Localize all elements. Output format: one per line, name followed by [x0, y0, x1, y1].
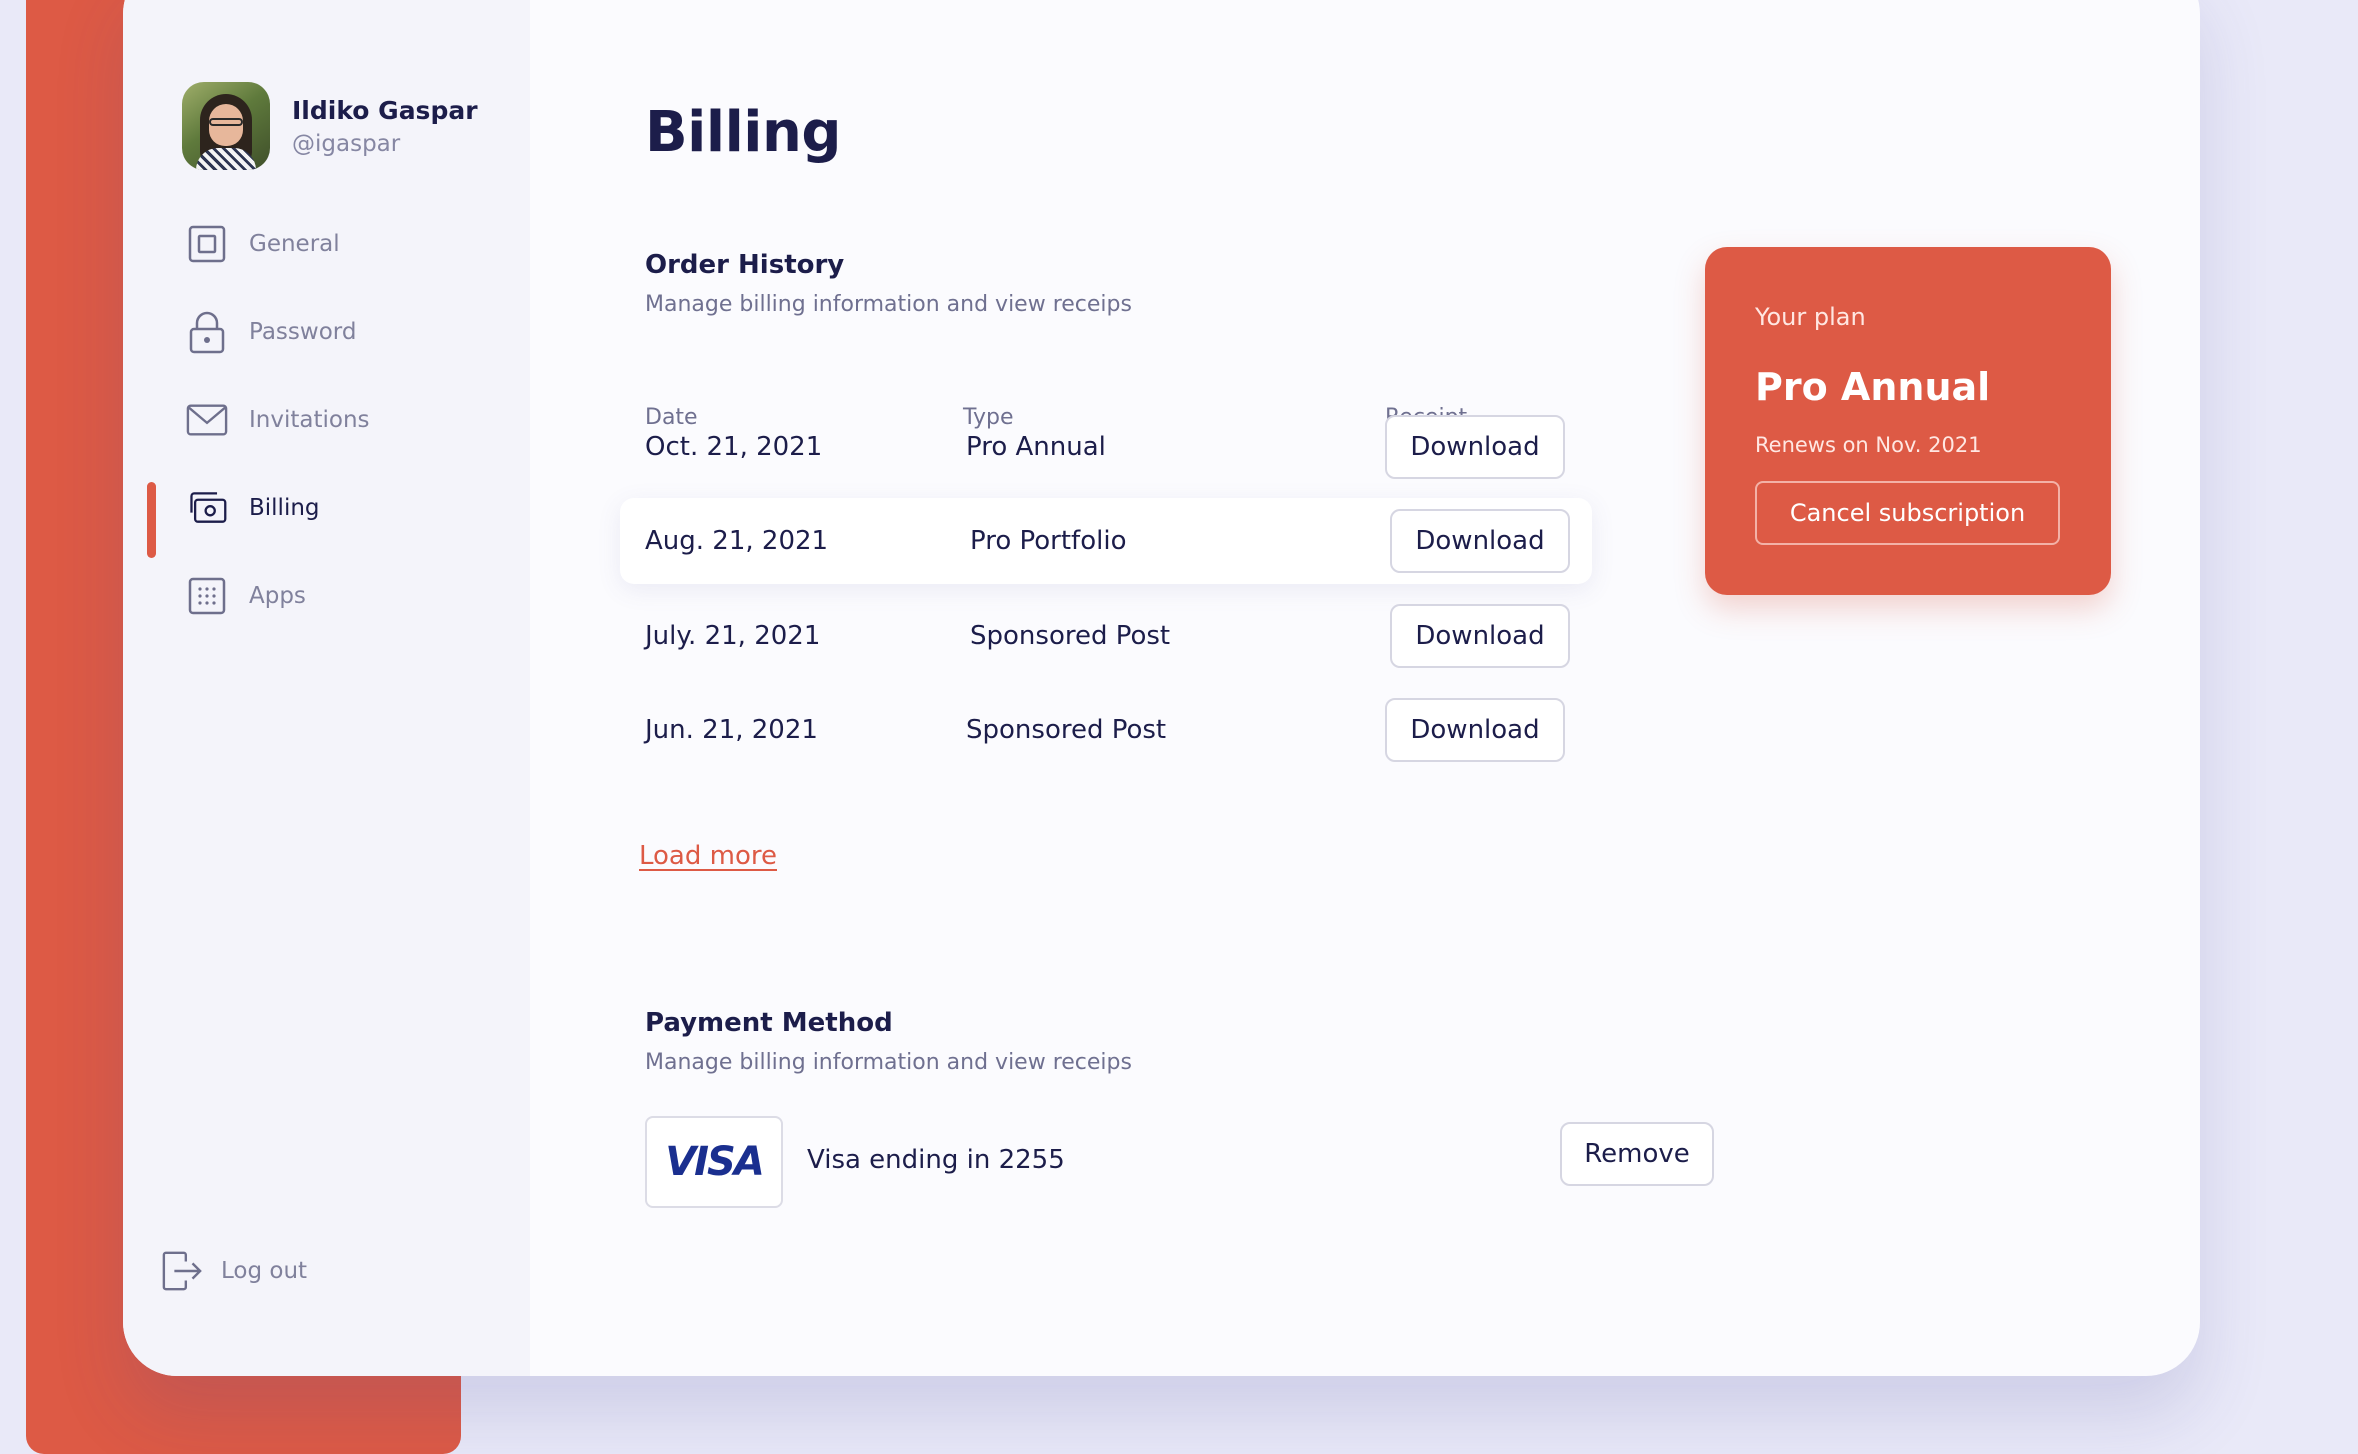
- order-type: Sponsored Post: [966, 715, 1167, 745]
- billing-icon: [186, 487, 228, 529]
- logout-button[interactable]: Log out: [161, 1250, 307, 1292]
- download-receipt-button[interactable]: Download: [1390, 509, 1570, 573]
- download-receipt-button[interactable]: Download: [1385, 698, 1565, 762]
- plan-name: Pro Annual: [1755, 365, 1991, 409]
- download-receipt-button[interactable]: Download: [1385, 415, 1565, 479]
- visa-icon: VISA: [665, 1139, 765, 1185]
- plan-label: Your plan: [1755, 303, 1866, 331]
- order-row: Jun. 21, 2021 Sponsored Post Download: [620, 687, 1592, 773]
- order-history-subtitle: Manage billing information and view rece…: [645, 292, 1132, 317]
- mail-icon: [186, 399, 228, 441]
- apps-icon: [186, 575, 228, 617]
- download-receipt-button[interactable]: Download: [1390, 604, 1570, 668]
- nav-item-invitations[interactable]: Invitations: [186, 376, 486, 464]
- nav-label-invitations: Invitations: [249, 407, 370, 433]
- order-date: July. 21, 2021: [645, 621, 821, 651]
- order-date: Aug. 21, 2021: [645, 526, 829, 556]
- order-row: Oct. 21, 2021 Pro Annual Download: [620, 404, 1592, 490]
- page-title: Billing: [645, 100, 841, 165]
- nav-item-general[interactable]: General: [186, 200, 486, 288]
- user-profile: Ildiko Gaspar @igaspar: [182, 82, 478, 170]
- nav-label-password: Password: [249, 319, 357, 345]
- payment-method-subtitle: Manage billing information and view rece…: [645, 1050, 1132, 1075]
- logout-icon: [161, 1250, 203, 1292]
- lock-icon: [186, 311, 228, 354]
- nav-label-billing: Billing: [249, 495, 320, 521]
- avatar: [182, 82, 270, 170]
- nav-item-password[interactable]: Password: [186, 288, 486, 376]
- user-name: Ildiko Gaspar: [292, 95, 478, 125]
- order-date: Jun. 21, 2021: [645, 715, 818, 745]
- card-description: Visa ending in 2255: [807, 1145, 1065, 1175]
- order-type: Pro Portfolio: [970, 526, 1127, 556]
- general-icon: [186, 223, 228, 265]
- user-handle: @igaspar: [292, 130, 401, 157]
- plan-card: Your plan Pro Annual Renews on Nov. 2021…: [1705, 247, 2111, 595]
- active-indicator: [147, 482, 156, 558]
- cancel-subscription-button[interactable]: Cancel subscription: [1755, 481, 2060, 545]
- order-history-title: Order History: [645, 250, 845, 280]
- order-row: Aug. 21, 2021 Pro Portfolio Download: [620, 498, 1592, 584]
- nav-item-billing[interactable]: Billing: [147, 464, 486, 558]
- card-logo: VISA: [645, 1116, 783, 1208]
- remove-card-button[interactable]: Remove: [1560, 1122, 1714, 1186]
- order-date: Oct. 21, 2021: [645, 432, 823, 462]
- settings-nav: General Password Invitations Billing App…: [147, 200, 486, 640]
- nav-label-general: General: [249, 231, 340, 257]
- plan-renewal: Renews on Nov. 2021: [1755, 433, 1982, 457]
- load-more-link[interactable]: Load more: [639, 841, 777, 871]
- sidebar: Ildiko Gaspar @igaspar General Password: [123, 0, 530, 1376]
- nav-item-apps[interactable]: Apps: [186, 552, 486, 640]
- payment-method-title: Payment Method: [645, 1008, 893, 1038]
- settings-window: Ildiko Gaspar @igaspar General Password: [123, 0, 2200, 1376]
- order-row: July. 21, 2021 Sponsored Post Download: [620, 593, 1592, 679]
- logout-label: Log out: [221, 1258, 308, 1284]
- order-type: Sponsored Post: [970, 621, 1171, 651]
- order-type: Pro Annual: [966, 432, 1106, 462]
- nav-label-apps: Apps: [249, 583, 306, 609]
